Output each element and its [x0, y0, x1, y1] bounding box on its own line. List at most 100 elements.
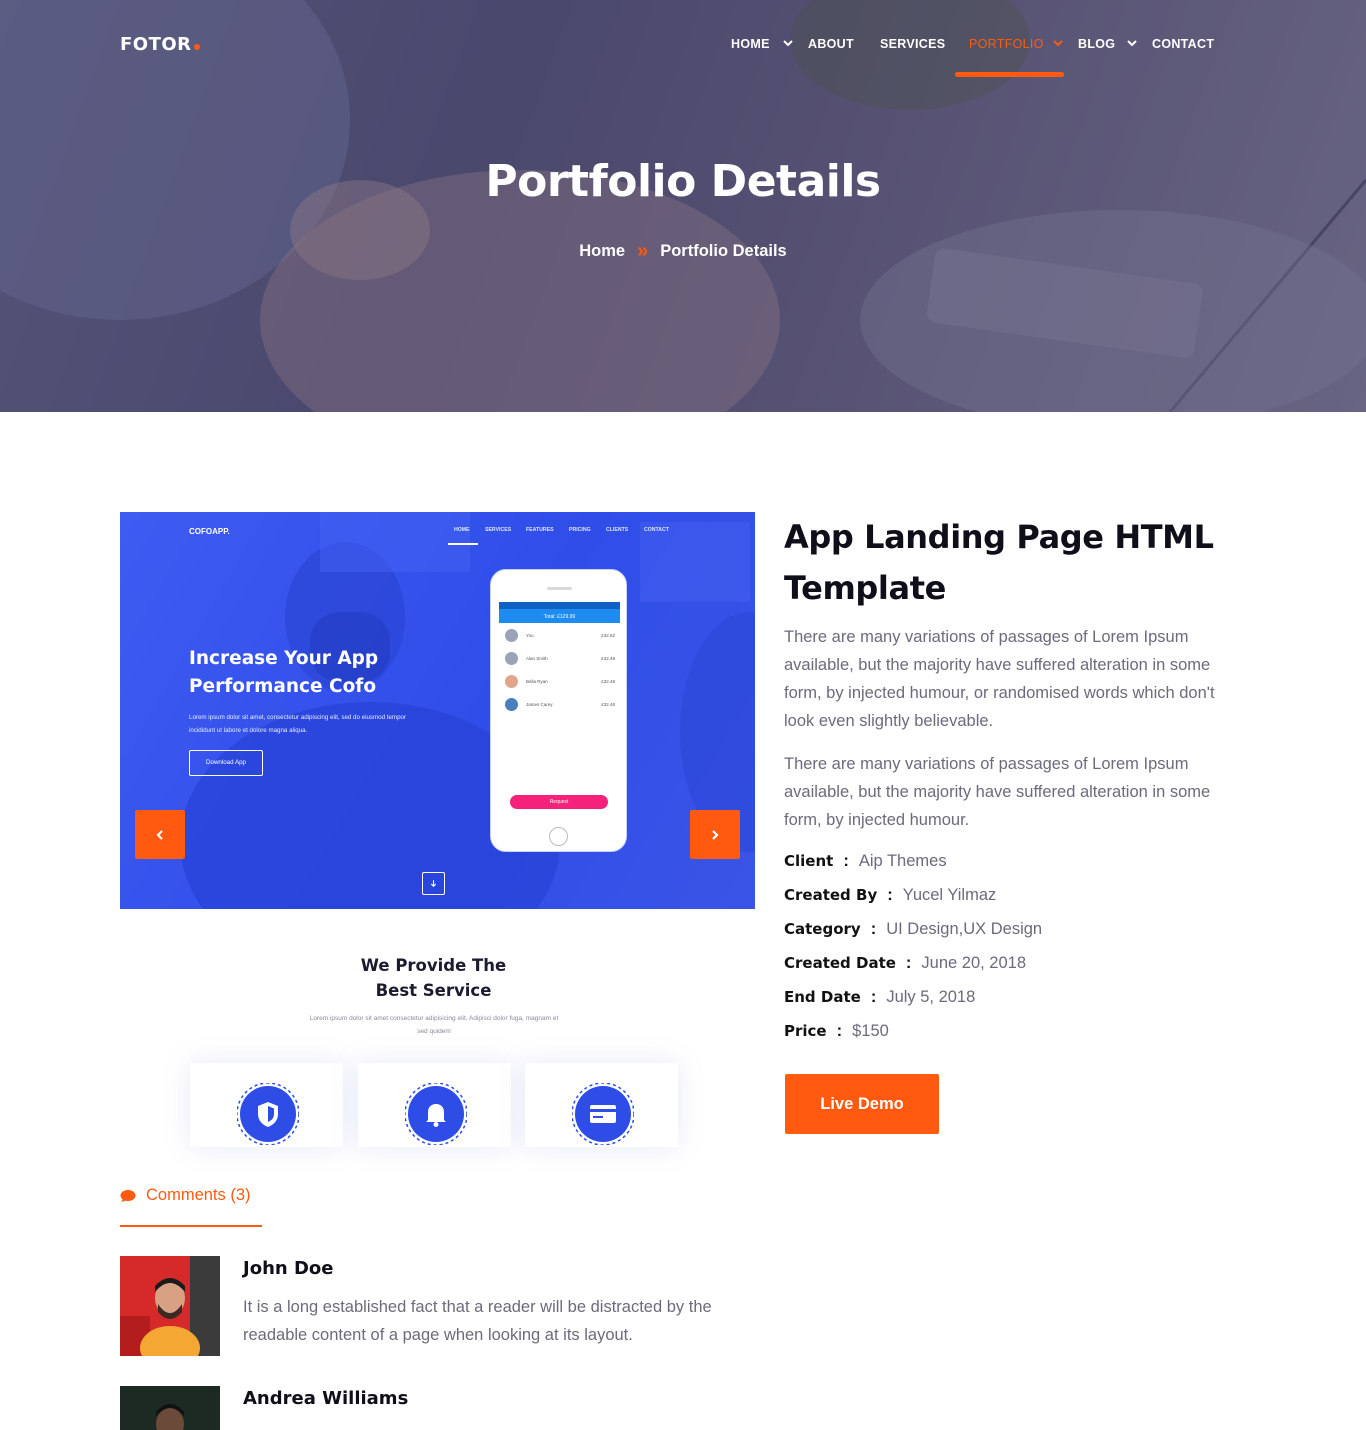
preview-nav-item: HOME: [454, 527, 470, 533]
preview-headline: Increase Your App Performance Cofo: [189, 648, 379, 697]
comment-author: Andrea Williams: [243, 1388, 409, 1409]
phone-row-name: Alan Smith: [526, 656, 548, 661]
preview-nav-underline: [448, 543, 478, 545]
phone-list-row: James Carey £32.48: [505, 697, 615, 713]
chevron-down-icon[interactable]: [1126, 37, 1138, 49]
chevron-right-icon: [712, 829, 719, 840]
phone-request-button: Request: [510, 795, 608, 809]
services-title: We Provide The Best Service: [360, 956, 507, 1000]
project-description: There are many variations of passages of…: [784, 628, 1215, 730]
card-icon: [572, 1083, 634, 1145]
logo-dot: [193, 44, 200, 50]
service-card: [190, 1063, 343, 1147]
phone-avatar: [505, 698, 518, 711]
avatar: [120, 1256, 220, 1356]
preview-nav-item: SERVICES: [485, 527, 512, 533]
site-logo[interactable]: FOTOR: [120, 34, 200, 55]
bell-icon: [405, 1083, 467, 1145]
page-title: Portfolio Details: [485, 156, 881, 207]
preview-nav-item: PRICING: [569, 527, 591, 533]
meta-label: End Date: [784, 988, 861, 1006]
phone-row-amount: £32.52: [601, 633, 615, 638]
avatar-photo: [120, 1256, 220, 1356]
avatar-photo: [120, 1386, 220, 1430]
project-title: App Landing Page HTML Template: [784, 518, 1214, 607]
meta-value: July 5, 2018: [886, 988, 976, 1006]
meta-separator: :: [905, 954, 912, 972]
comments-count-label: Comments (3): [146, 1186, 251, 1204]
phone-row-amount: £32.48: [601, 679, 615, 684]
nav-item-blog[interactable]: BLOG: [1078, 37, 1115, 51]
nav-item-portfolio[interactable]: PORTFOLIO: [969, 37, 1044, 51]
phone-list-row: Bella Ryan £32.48: [505, 674, 615, 690]
breadcrumb-current: Portfolio Details: [660, 242, 787, 260]
meta-label: Client: [784, 852, 834, 870]
meta-label: Category: [784, 920, 861, 938]
preview-nav-item: CLIENTS: [606, 527, 629, 533]
slider-prev-button[interactable]: [135, 810, 185, 859]
services-text: Lorem ipsum dolor sit amet consectetur a…: [309, 1015, 559, 1035]
nav-item-about[interactable]: ABOUT: [808, 37, 854, 51]
nav-item-home[interactable]: HOME: [731, 37, 770, 51]
meta-label: Price: [784, 1022, 827, 1040]
comments-heading: Comments (3): [120, 1186, 251, 1205]
project-preview-slider: COFOAPP. HOME SERVICES FEATURES PRICING …: [120, 512, 755, 909]
meta-row-end-date: End Date: July 5, 2018: [784, 986, 975, 1008]
avatar: [120, 1386, 220, 1430]
chat-bubble-icon: [120, 1189, 136, 1202]
phone-row-name: James Carey: [526, 702, 553, 707]
phone-home-button: [549, 827, 568, 846]
chevron-down-icon[interactable]: [1052, 37, 1064, 49]
service-card: [525, 1063, 678, 1147]
meta-row-created-date: Created Date: June 20, 2018: [784, 952, 1026, 974]
service-card: [358, 1063, 511, 1147]
comment-author: John Doe: [243, 1258, 334, 1279]
chevron-down-icon[interactable]: [782, 37, 794, 49]
meta-value: $150: [852, 1022, 889, 1040]
phone-avatar: [505, 629, 518, 642]
logo-text: FOTOR: [120, 34, 192, 55]
meta-separator: :: [870, 988, 877, 1006]
live-demo-button[interactable]: Live Demo: [785, 1074, 939, 1134]
meta-row-price: Price: $150: [784, 1020, 889, 1042]
meta-separator: :: [870, 920, 877, 938]
meta-value: June 20, 2018: [921, 954, 1027, 972]
meta-separator: :: [836, 1022, 843, 1040]
phone-total: Total: £129.99: [543, 614, 576, 620]
meta-value: Aip Themes: [858, 852, 947, 870]
comment-text: It is a long established fact that a rea…: [243, 1298, 712, 1344]
arrow-down-icon: [422, 872, 445, 895]
nav-item-contact[interactable]: CONTACT: [1152, 37, 1214, 51]
meta-row-client: Client: Aip Themes: [784, 850, 947, 872]
phone-status-bar: [499, 602, 620, 609]
shield-icon: [237, 1083, 299, 1145]
phone-row-amount: £32.48: [601, 702, 615, 707]
phone-row-name: You: [526, 633, 534, 638]
comments-heading-underline: [120, 1225, 262, 1227]
meta-row-category: Category: UI Design,UX Design: [784, 918, 1042, 940]
chevron-left-icon: [156, 829, 163, 840]
nav-item-services[interactable]: SERVICES: [880, 37, 945, 51]
preview-download-button: Download App: [189, 750, 263, 776]
main-nav: FOTOR HOME ABOUT SERVICES PORTFOLIO BLOG…: [0, 0, 1366, 90]
preview-nav-item: FEATURES: [526, 527, 554, 533]
meta-label: Created Date: [784, 954, 896, 972]
phone-row-amount: £32.48: [601, 656, 615, 661]
phone-row-name: Bella Ryan: [526, 679, 548, 684]
breadcrumb-separator: »: [637, 240, 649, 262]
phone-speaker: [547, 587, 572, 590]
preview-nav-item: CONTACT: [644, 527, 669, 533]
slider-next-button[interactable]: [690, 810, 740, 859]
meta-value: Yucel Yilmaz: [902, 886, 997, 904]
meta-row-created-by: Created By: Yucel Yilmaz: [784, 884, 996, 906]
preview-logo: COFOAPP.: [189, 527, 230, 536]
nav-active-underline: [955, 72, 1064, 77]
meta-separator: :: [887, 886, 893, 904]
phone-list-row: Alan Smith £32.48: [505, 651, 615, 667]
page-header-hero: FOTOR HOME ABOUT SERVICES PORTFOLIO BLOG…: [0, 0, 1366, 412]
meta-value: UI Design,UX Design: [886, 920, 1043, 938]
phone-avatar: [505, 675, 518, 688]
preview-phone-mockup: Total: £129.99 You £32.52 Alan Smith £32.4…: [490, 569, 627, 852]
meta-separator: :: [843, 852, 849, 870]
breadcrumb-home-link[interactable]: Home: [579, 242, 625, 261]
